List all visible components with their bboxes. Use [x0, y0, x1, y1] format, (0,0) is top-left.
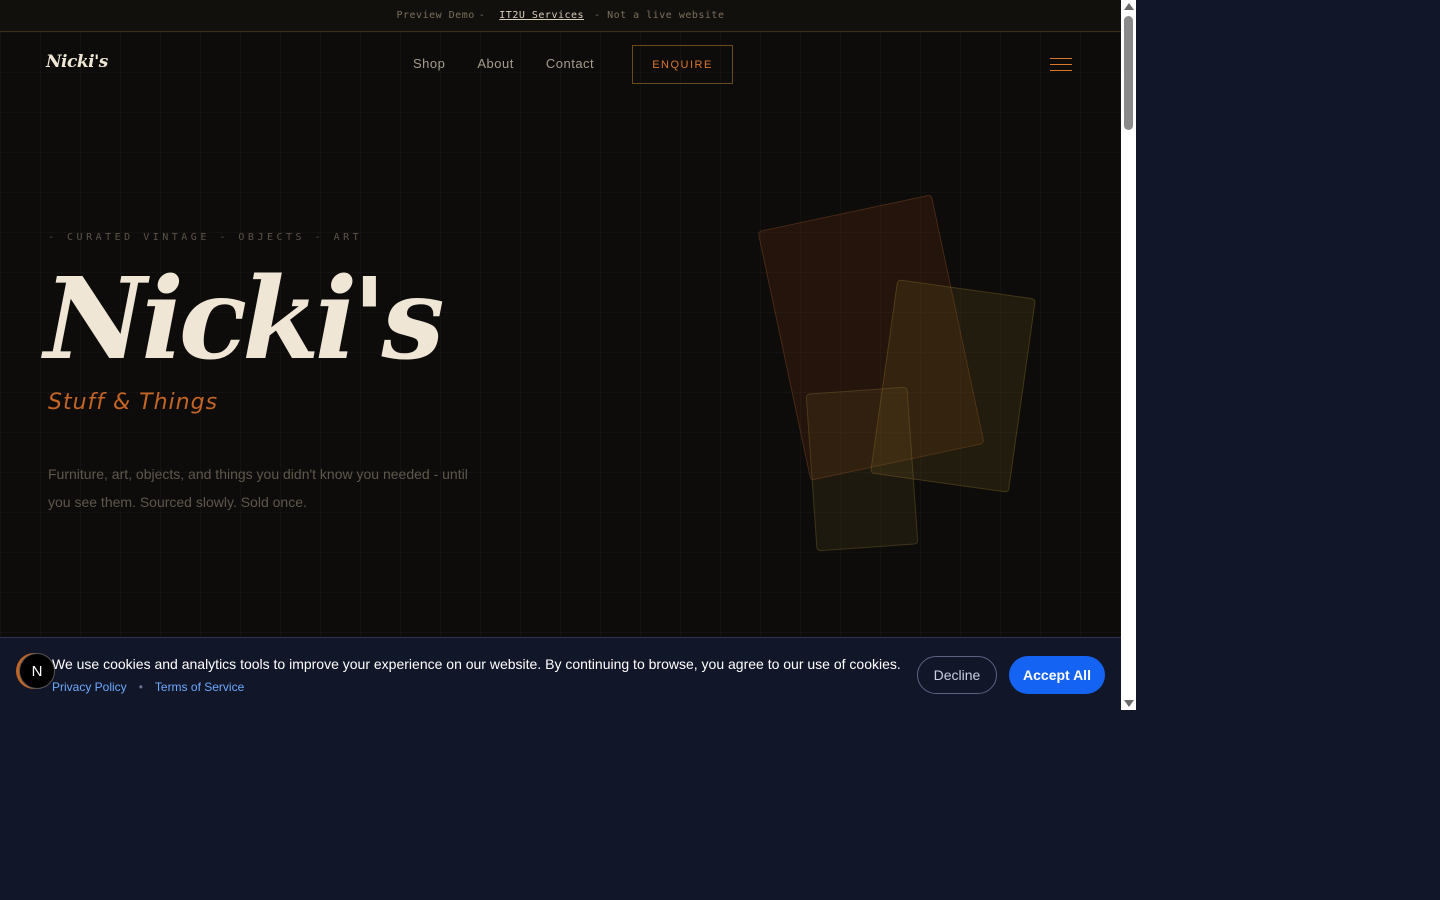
hero-eyebrow: - CURATED VINTAGE - OBJECTS - ART	[48, 232, 363, 243]
privacy-policy-link[interactable]: Privacy Policy	[52, 680, 127, 694]
terms-of-service-link[interactable]: Terms of Service	[155, 680, 244, 694]
accept-all-button[interactable]: Accept All	[1009, 656, 1105, 694]
hero-description: Furniture, art, objects, and things you …	[48, 466, 468, 510]
it2u-services-link[interactable]: IT2U Services	[499, 10, 584, 21]
cookie-links: Privacy Policy • Terms of Service	[52, 680, 244, 694]
decline-button[interactable]: Decline	[917, 656, 997, 694]
vertical-scrollbar[interactable]	[1121, 0, 1136, 710]
preview-banner-separator: -	[478, 10, 486, 21]
cookie-message: We use cookies and analytics tools to im…	[52, 656, 901, 672]
preview-banner: Preview Demo - IT2U Services - Not a liv…	[0, 0, 1121, 32]
preview-banner-suffix: - Not a live website	[594, 10, 725, 21]
n-logo-icon[interactable]: N	[19, 653, 55, 689]
link-separator: •	[138, 680, 143, 694]
scroll-down-icon[interactable]	[1124, 700, 1134, 707]
nav-item-shop[interactable]: Shop	[413, 56, 445, 71]
nav-item-about[interactable]: About	[477, 56, 513, 71]
decorative-card-small	[805, 386, 919, 552]
nav-item-contact[interactable]: Contact	[546, 56, 594, 71]
hero-subtitle: Stuff & Things	[48, 390, 219, 415]
preview-banner-prefix: Preview Demo	[396, 10, 475, 21]
scrollbar-thumb[interactable]	[1124, 16, 1133, 130]
hamburger-icon[interactable]	[1050, 58, 1072, 72]
main-nav: Shop About Contact	[413, 56, 594, 71]
cookie-banner: We use cookies and analytics tools to im…	[0, 637, 1121, 710]
page-viewport: Preview Demo - IT2U Services - Not a liv…	[0, 0, 1121, 710]
site-logo[interactable]: Nicki's	[46, 52, 108, 72]
hero-title: Nicki's	[44, 254, 445, 385]
enquire-button[interactable]: ENQUIRE	[632, 45, 733, 84]
scroll-up-icon[interactable]	[1124, 3, 1134, 10]
